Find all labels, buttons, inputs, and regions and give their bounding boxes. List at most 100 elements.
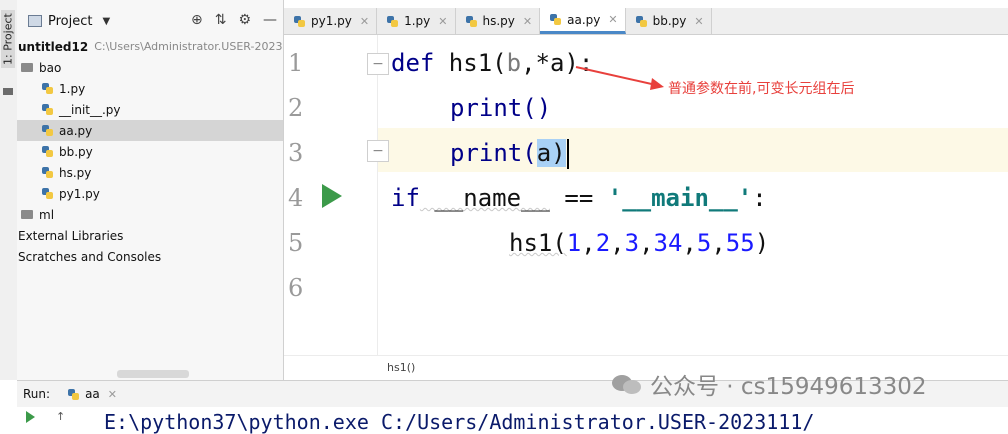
line-number: 4 [288, 184, 304, 212]
rerun-icon[interactable] [26, 411, 35, 423]
run-tab-label: aa [85, 387, 100, 401]
tab-1-py[interactable]: 1.py ✕ [377, 8, 456, 34]
tab-label: aa.py [567, 12, 601, 27]
python-file-icon [635, 15, 647, 27]
tab-label: hs.py [482, 14, 515, 28]
python-file-icon [550, 14, 562, 25]
left-tool-strip: 1: Project [0, 0, 18, 380]
folder-icon [21, 210, 33, 219]
tree-item-label: Scratches and Consoles [18, 249, 162, 264]
fold-icon[interactable]: − [367, 53, 389, 75]
colon: : [752, 184, 767, 212]
tree-item-scratches[interactable]: Scratches and Consoles [17, 246, 283, 267]
line-number: 5 [288, 229, 304, 257]
annotation-arrow [575, 66, 664, 90]
python-file-icon [294, 15, 305, 27]
tree-item-label: bao [39, 60, 62, 75]
project-panel: Project ▼ ⊕ ⇅ ⚙ — untitled12 C:\Users\Ad… [17, 0, 284, 380]
python-file-icon [42, 83, 53, 94]
tree-item-label: py1.py [59, 186, 100, 201]
close-icon[interactable]: ✕ [608, 13, 617, 26]
close-icon[interactable]: ✕ [523, 15, 532, 28]
project-icon [28, 15, 42, 27]
run-label: Run: [23, 387, 51, 401]
tree-item-aa-py[interactable]: aa.py [17, 120, 283, 141]
dunder-name: __name__ [419, 184, 550, 212]
tree-item-py1-py[interactable]: py1.py [17, 183, 283, 204]
close-icon[interactable]: ✕ [108, 388, 117, 401]
tree-item-external-libraries[interactable]: External Libraries [17, 225, 283, 246]
locate-icon[interactable]: ⊕ [191, 12, 203, 28]
fold-icon[interactable]: − [367, 140, 389, 162]
tree-item-ml[interactable]: ml [17, 204, 283, 225]
tab-label: py1.py [311, 14, 352, 28]
tab-aa-py[interactable]: aa.py ✕ [540, 8, 626, 34]
tree-item-bb-py[interactable]: bb.py [17, 141, 283, 162]
tree-item-label: untitled12 [18, 39, 89, 54]
number-literal: 34 [653, 229, 683, 257]
number-literal: 3 [624, 229, 640, 257]
run-gutter-icon[interactable] [322, 184, 342, 208]
close-icon[interactable]: ✕ [360, 15, 369, 28]
code-line-2: print() [450, 94, 551, 122]
line-number: 2 [288, 94, 304, 122]
console-output: E:\python37\python.exe C:/Users/Administ… [104, 410, 815, 434]
tree-item-label: External Libraries [18, 228, 124, 243]
python-file-icon [42, 104, 53, 115]
editor-tab-bar: py1.py ✕ 1.py ✕ hs.py ✕ aa.py ✕ bb.py ✕ [284, 8, 1008, 35]
tab-bb-py[interactable]: bb.py ✕ [625, 8, 712, 34]
code-line-3: print(a) [450, 139, 569, 169]
tree-item-hs-py[interactable]: hs.py [17, 162, 283, 183]
tree-item-bao[interactable]: bao [17, 57, 283, 78]
collapse-icon[interactable]: ⇅ [215, 12, 227, 28]
line-number: 1 [288, 49, 304, 77]
python-file-icon [42, 188, 53, 199]
wechat-icon [612, 373, 642, 395]
tab-hs-py[interactable]: hs.py ✕ [455, 8, 541, 34]
tree-item-init-py[interactable]: __init__.py [17, 99, 283, 120]
folder-icon [21, 63, 33, 72]
tree-item-label: ml [39, 207, 55, 222]
close-icon[interactable]: ✕ [438, 15, 447, 28]
python-file-icon [68, 388, 80, 400]
tree-item-label: __init__.py [59, 102, 121, 117]
number-literal: 5 [696, 229, 712, 257]
watermark-text: 公众号 · cs15949613302 [650, 374, 927, 400]
close-icon[interactable]: ✕ [694, 15, 703, 28]
tree-item-untitled12[interactable]: untitled12 C:\Users\Administrator.USER-2… [17, 36, 283, 57]
chevron-down-icon[interactable]: ▼ [102, 16, 110, 27]
project-tree: untitled12 C:\Users\Administrator.USER-2… [17, 36, 283, 267]
line-gutter: 1 2 3 4 5 6 − − [284, 35, 389, 355]
tab-py1-py[interactable]: py1.py ✕ [284, 8, 378, 34]
line-number: 6 [288, 274, 304, 302]
tab-label: bb.py [652, 14, 687, 28]
string-literal: '__main__' [607, 184, 753, 212]
scroll-up-icon[interactable]: ↑ [56, 410, 65, 423]
code-line-4: if __name__ == '__main__': [391, 184, 767, 212]
closing-paren: ) [754, 229, 770, 257]
gear-icon[interactable]: ⚙ [238, 12, 251, 28]
parameter: b [506, 49, 522, 77]
project-path: C:\Users\Administrator.USER-2023 [94, 40, 283, 53]
python-file-icon [42, 146, 53, 157]
project-tool-button[interactable]: 1: Project [1, 10, 15, 68]
run-tab-aa[interactable]: aa ✕ [68, 387, 117, 401]
folder-icon [3, 88, 13, 95]
print-call: print() [450, 94, 552, 122]
tree-item-label: hs.py [59, 165, 92, 180]
tree-item-label: bb.py [59, 144, 93, 159]
horizontal-scrollbar[interactable] [117, 370, 189, 378]
function-call: hs1( [509, 229, 567, 257]
line-number: 3 [288, 139, 304, 167]
project-view-selector[interactable]: Project [48, 14, 92, 29]
python-file-icon [42, 167, 53, 178]
function-signature: hs1( [434, 49, 507, 77]
breadcrumb-item[interactable]: hs1() [387, 361, 415, 374]
panel-toolbar: ⊕ ⇅ ⚙ — [191, 12, 277, 28]
tree-item-1-py[interactable]: 1.py [17, 78, 283, 99]
keyword: if [391, 184, 420, 212]
ide-window: 1: Project Project ▼ ⊕ ⇅ ⚙ — untitled12 … [0, 0, 1008, 434]
code-editor[interactable]: 1 2 3 4 5 6 − − def hs1(b,*a): print() p… [284, 35, 1008, 380]
minimize-icon[interactable]: — [263, 12, 277, 28]
number-literal: 55 [725, 229, 755, 257]
